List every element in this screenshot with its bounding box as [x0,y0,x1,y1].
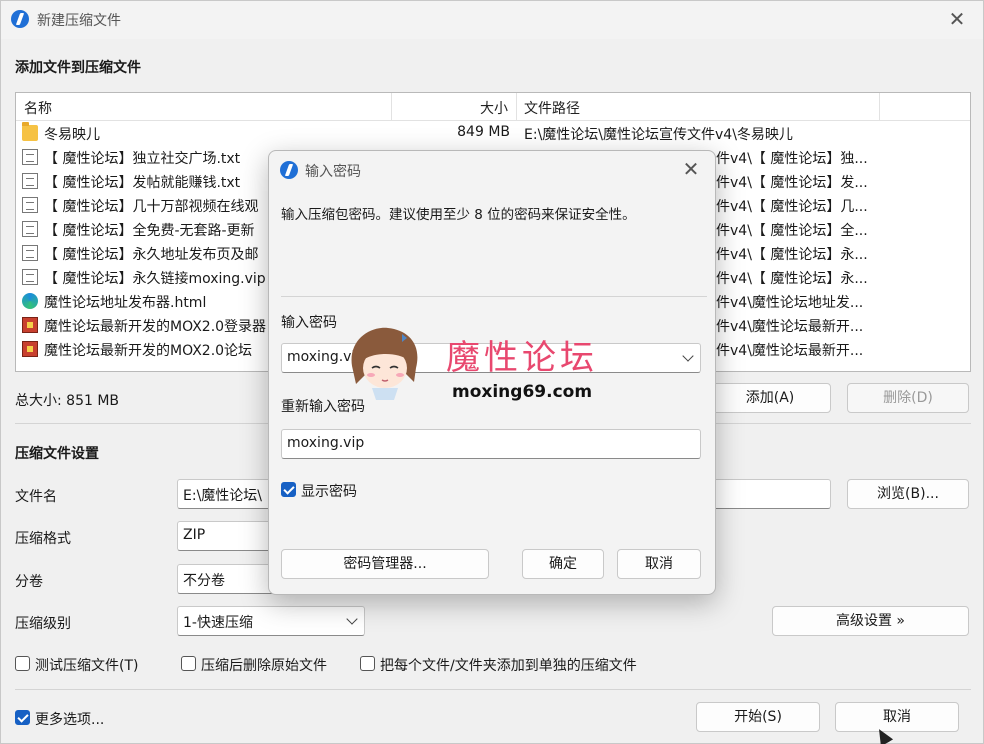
ok-button[interactable]: 确定 [522,549,604,579]
file-path: 件v4\【 魔性论坛】几... [716,199,868,215]
add-files-heading: 添加文件到压缩文件 [15,60,141,76]
exe-file-icon [22,341,38,357]
more-options-label: 更多选项... [35,712,105,728]
dialog-title: 输入密码 [305,164,361,180]
dialog-cancel-button[interactable]: 取消 [617,549,701,579]
folder-icon [22,122,38,141]
file-name: 魔性论坛最新开发的MOX2.0论坛 [44,343,253,359]
file-name: 【 魔性论坛】发帖就能赚钱.txt [44,175,241,191]
text-file-icon [22,149,38,165]
window-title: 新建压缩文件 [37,13,121,29]
file-name: 魔性论坛最新开发的MOX2.0登录器 [44,319,267,335]
level-select[interactable]: 1-快速压缩 [177,606,365,636]
settings-heading: 压缩文件设置 [15,446,99,462]
delete-button[interactable]: 删除(D) [847,383,969,413]
test-archive-checkbox[interactable] [15,656,30,671]
split-value: 不分卷 [183,573,225,589]
browse-button[interactable]: 浏览(B)... [847,479,969,509]
reenter-password-field[interactable]: moxing.vip [281,429,701,459]
password-label: 输入密码 [281,315,337,331]
file-path: 件v4\【 魔性论坛】全... [716,223,868,239]
dialog-description: 输入压缩包密码。建议使用至少 8 位的密码来保证安全性。 [281,207,636,223]
file-path: 件v4\魔性论坛地址发... [716,295,864,311]
file-name: 【 魔性论坛】永久链接moxing.vip [44,271,266,287]
divider [15,689,971,690]
chevron-down-icon [682,350,694,362]
app-logo-icon [11,10,29,28]
watermark-text: 魔性论坛 [446,338,598,378]
file-name: 【 魔性论坛】永久地址发布页及邮 [44,247,259,263]
filename-label: 文件名 [15,489,57,505]
start-button[interactable]: 开始(S) [696,702,820,732]
file-name: 【 魔性论坛】独立社交广场.txt [44,151,241,167]
file-name: 魔性论坛地址发布器.html [44,295,207,311]
file-name: 冬易映儿 [44,127,100,143]
title-bar: 新建压缩文件 ✕ [1,1,983,39]
watermark: 魔性论坛 moxing69.com [344,320,614,420]
add-button[interactable]: 添加(A) [709,383,831,413]
advanced-settings-button[interactable]: 高级设置 » [772,606,969,636]
list-header: 名称 大小 文件路径 [16,93,970,121]
file-path: 件v4\【 魔性论坛】永... [716,271,868,287]
show-password-label: 显示密码 [301,484,357,500]
filename-value: E:\魔性论坛\ [183,488,262,504]
reenter-password-value: moxing.vip [287,435,365,451]
text-file-icon [22,269,38,285]
edge-html-icon [22,293,38,309]
list-item[interactable]: 冬易映儿 849 MB E:\魔性论坛\魔性论坛宣传文件v4\冬易映儿 [16,121,970,145]
column-path[interactable]: 文件路径 [524,98,580,118]
file-name: 【 魔性论坛】全免费-无套路-更新 [44,223,255,239]
text-file-icon [22,173,38,189]
format-label: 压缩格式 [15,531,71,547]
level-label: 压缩级别 [15,616,71,632]
level-value: 1-快速压缩 [183,615,253,631]
file-size: 849 MB [457,124,510,140]
anime-girl-mascot-icon [351,327,418,400]
app-logo-icon [280,161,298,179]
file-path: 件v4\【 魔性论坛】发... [716,175,868,191]
more-options-checkbox[interactable] [15,710,30,725]
chevron-down-icon [346,613,358,625]
delete-original-checkbox[interactable] [181,656,196,671]
file-path: 件v4\魔性论坛最新开... [716,319,864,335]
text-file-icon [22,221,38,237]
show-password-checkbox[interactable] [281,482,296,497]
column-size[interactable]: 大小 [480,98,508,118]
separate-archives-checkbox[interactable] [360,656,375,671]
file-path: 件v4\【 魔性论坛】独... [716,151,868,167]
separate-archives-label: 把每个文件/文件夹添加到单独的压缩文件 [380,658,637,674]
password-manager-button[interactable]: 密码管理器... [281,549,489,579]
file-path: 件v4\【 魔性论坛】永... [716,247,868,263]
divider [281,296,707,297]
delete-original-label: 压缩后删除原始文件 [201,658,327,674]
split-label: 分卷 [15,574,43,590]
file-path: E:\魔性论坛\魔性论坛宣传文件v4\冬易映儿 [524,127,793,143]
watermark-url: moxing69.com [452,382,593,402]
text-file-icon [22,197,38,213]
test-archive-label: 测试压缩文件(T) [35,658,139,674]
text-file-icon [22,245,38,261]
exe-file-icon [22,317,38,333]
cancel-button[interactable]: 取消 [835,702,959,732]
format-value: ZIP [183,527,206,543]
file-name: 【 魔性论坛】几十万部视频在线观 [44,199,259,215]
file-path: 件v4\魔性论坛最新开... [716,343,864,359]
close-icon[interactable]: ✕ [945,7,969,31]
total-size: 总大小: 851 MB [15,393,120,409]
column-name[interactable]: 名称 [24,98,52,118]
close-icon[interactable]: ✕ [679,157,703,181]
